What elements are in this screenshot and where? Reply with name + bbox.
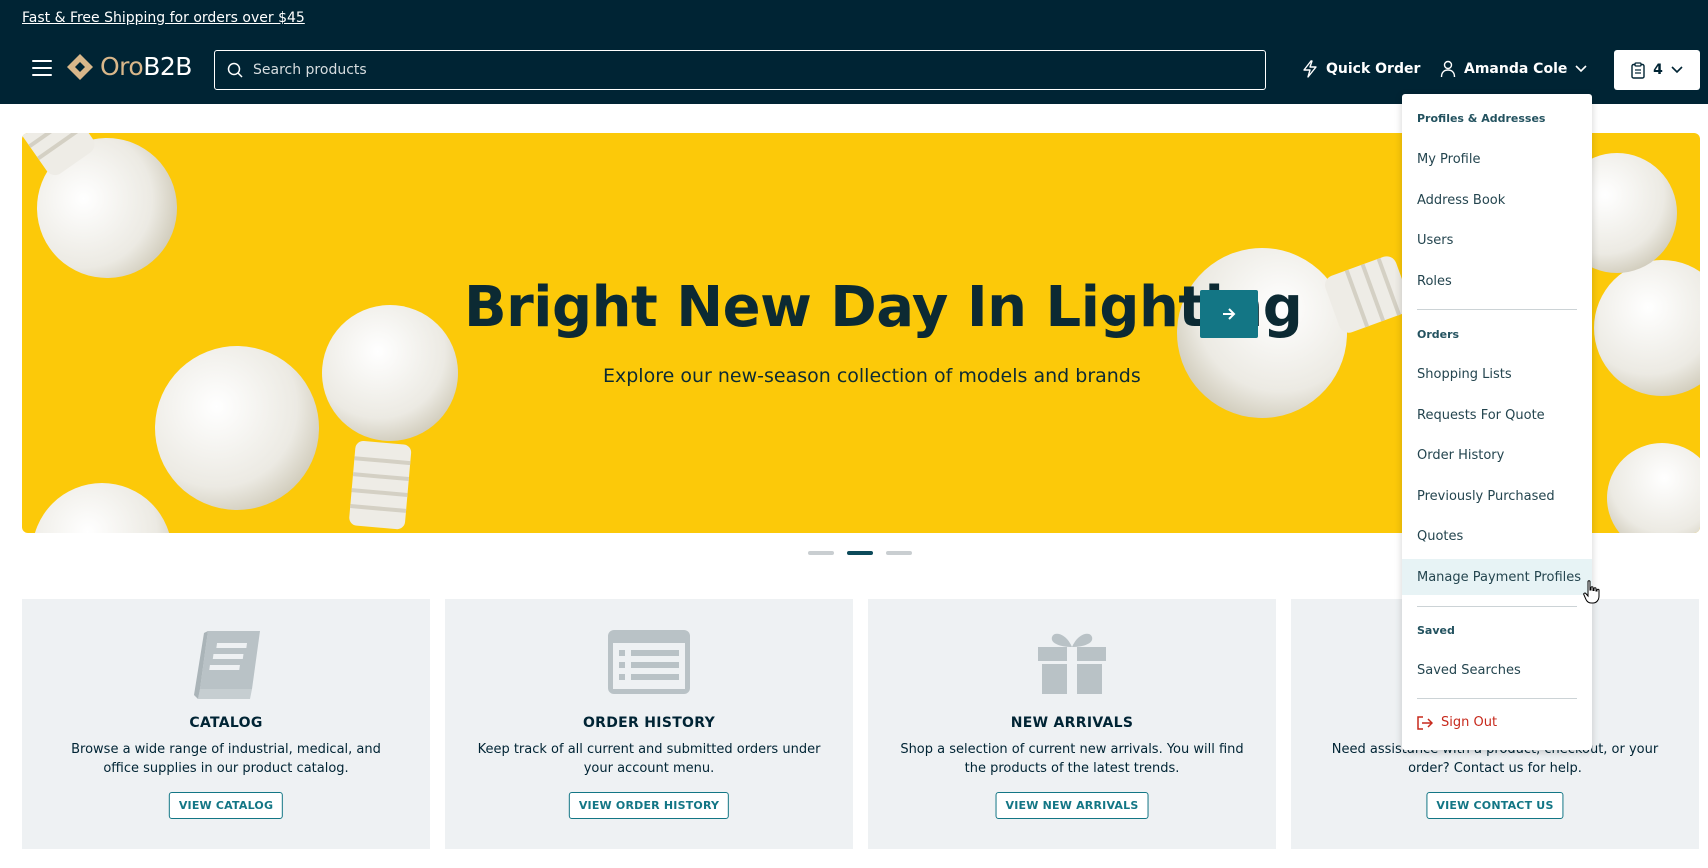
search-icon	[227, 62, 243, 78]
section-saved: Saved	[1417, 624, 1455, 637]
card-catalog: CATALOG Browse a wide range of industria…	[22, 599, 430, 849]
menu-item-roles[interactable]: Roles	[1402, 263, 1592, 299]
menu-item-manage-payment-profiles[interactable]: Manage Payment Profiles	[1402, 559, 1592, 595]
chevron-down-icon	[1671, 66, 1683, 74]
clipboard-icon	[1631, 61, 1645, 79]
carousel-dot-2[interactable]	[847, 551, 873, 555]
cart-count: 4	[1653, 62, 1663, 78]
carousel-indicators	[808, 551, 912, 555]
card-text: Keep track of all current and submitted …	[477, 742, 821, 776]
menu-icon[interactable]	[32, 60, 52, 76]
menu-item-previously-purchased[interactable]: Previously Purchased	[1402, 478, 1592, 514]
chevron-down-icon	[1575, 65, 1587, 73]
logo-text: OroB2B	[100, 52, 192, 81]
menu-item-shopping-lists[interactable]: Shopping Lists	[1402, 356, 1592, 392]
hero-title: Bright New Day In Lighting	[464, 275, 1303, 340]
lightning-icon	[1303, 60, 1317, 78]
menu-item-users[interactable]: Users	[1402, 222, 1592, 258]
search-input[interactable]	[253, 62, 1153, 78]
promo-link[interactable]: Fast & Free Shipping for orders over $45	[22, 10, 305, 26]
menu-item-address-book[interactable]: Address Book	[1402, 182, 1592, 218]
card-order-history: ORDER HISTORY Keep track of all current …	[445, 599, 853, 849]
menu-divider	[1417, 606, 1577, 607]
menu-divider	[1417, 309, 1577, 310]
menu-item-order-history[interactable]: Order History	[1402, 437, 1592, 473]
hero-next-button[interactable]	[1200, 290, 1258, 338]
search-box[interactable]	[214, 50, 1266, 90]
arrow-right-icon	[1223, 308, 1236, 320]
user-icon	[1440, 60, 1456, 78]
carousel-dot-1[interactable]	[808, 551, 834, 555]
card-title: NEW ARRIVALS	[1010, 715, 1134, 731]
hero-subtitle: Explore our new-season collection of mod…	[603, 365, 1141, 387]
quick-order-label: Quick Order	[1326, 61, 1421, 77]
card-new-arrivals: NEW ARRIVALS Shop a selection of current…	[868, 599, 1276, 849]
menu-item-saved-searches[interactable]: Saved Searches	[1402, 652, 1592, 688]
card-title: CATALOG	[189, 715, 263, 731]
logo-mark-icon	[67, 53, 93, 80]
card-text: Shop a selection of current new arrivals…	[900, 742, 1244, 776]
card-title: ORDER HISTORY	[582, 715, 716, 731]
book-icon	[194, 631, 260, 699]
card-text: Browse a wide range of industrial, medic…	[71, 742, 381, 776]
section-orders: Orders	[1417, 328, 1460, 341]
view-new-arrivals-button[interactable]: VIEW NEW ARRIVALS	[995, 792, 1149, 819]
user-name: Amanda Cole	[1464, 61, 1568, 77]
menu-item-requests-for-quote[interactable]: Requests For Quote	[1402, 397, 1592, 433]
view-contact-us-button[interactable]: VIEW CONTACT US	[1426, 792, 1564, 819]
menu-divider	[1417, 698, 1577, 699]
quick-order-button[interactable]: Quick Order	[1302, 60, 1420, 78]
user-menu-button[interactable]: Amanda Cole	[1440, 60, 1587, 78]
shopping-list-button[interactable]: 4	[1614, 50, 1700, 90]
section-profiles-addresses: Profiles & Addresses	[1417, 112, 1546, 125]
view-catalog-button[interactable]: VIEW CATALOG	[168, 792, 284, 819]
menu-item-my-profile[interactable]: My Profile	[1402, 141, 1592, 177]
hand-cursor-icon	[1583, 580, 1600, 604]
logo[interactable]: OroB2B	[66, 52, 192, 81]
gift-icon	[1038, 633, 1106, 694]
sign-out-label: Sign Out	[1441, 715, 1498, 730]
sign-out-icon	[1417, 715, 1433, 730]
view-order-history-button[interactable]: VIEW ORDER HISTORY	[568, 792, 730, 819]
header-bar: Fast & Free Shipping for orders over $45…	[0, 0, 1708, 104]
sign-out-button[interactable]: Sign Out	[1417, 715, 1497, 730]
user-dropdown-menu: Profiles & Addresses My Profile Address …	[1402, 94, 1592, 750]
carousel-dot-3[interactable]	[886, 551, 912, 555]
list-icon	[608, 630, 690, 694]
menu-item-quotes[interactable]: Quotes	[1402, 518, 1592, 554]
